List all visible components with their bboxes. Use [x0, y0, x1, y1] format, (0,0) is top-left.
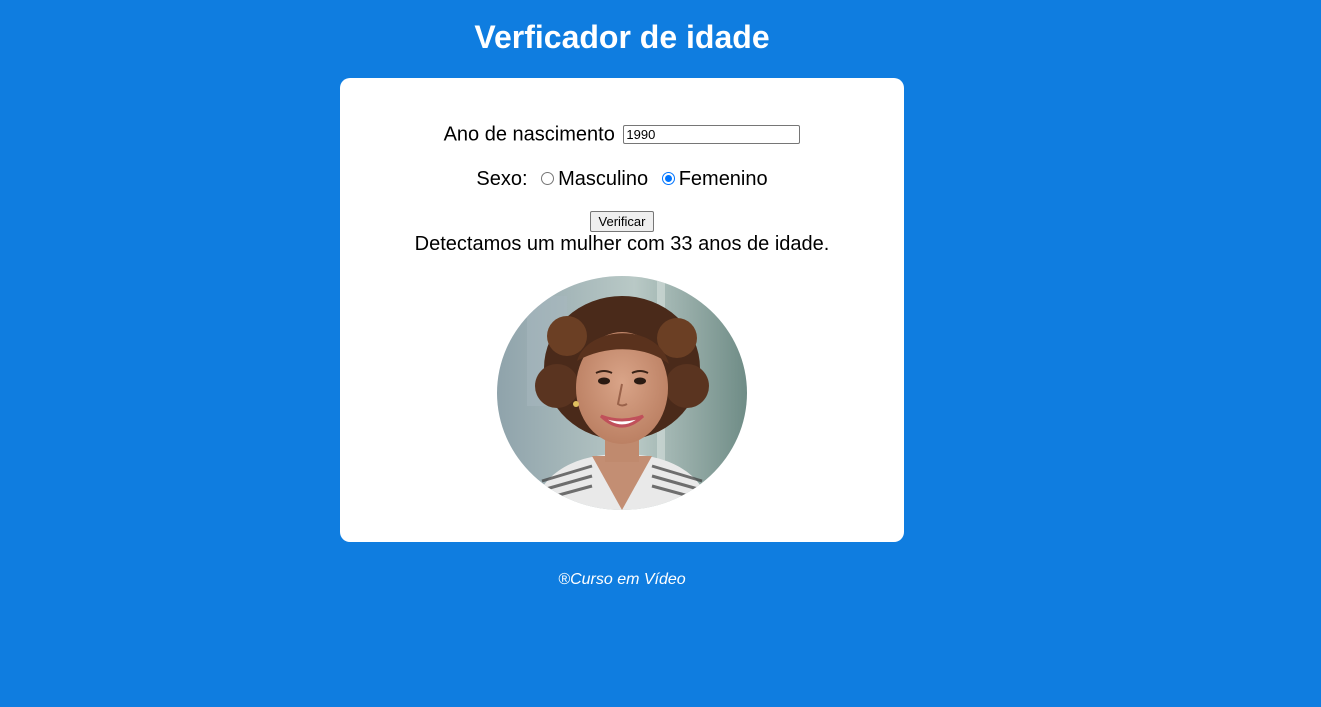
female-radio[interactable] [661, 172, 675, 186]
footer-copyright: ®Curso em Vídeo [558, 571, 686, 588]
birth-year-label: Ano de nascimento [443, 123, 615, 146]
verifier-card: Ano de nascimento Sexo: Masculino Femeni… [340, 78, 904, 542]
result-photo [497, 276, 747, 510]
sex-label: Sexo: [476, 168, 528, 190]
result-text: Detectamos um mulher com 33 anos de idad… [414, 233, 830, 255]
verify-button[interactable]: Verificar [590, 211, 654, 232]
birth-year-row: Ano de nascimento [340, 122, 904, 147]
male-radio[interactable] [541, 172, 555, 186]
page-title: Verficador de idade [474, 19, 770, 55]
woman-portrait-image [497, 276, 747, 510]
male-label[interactable]: Masculino [558, 168, 648, 190]
female-label[interactable]: Femenino [679, 168, 768, 190]
sex-row: Sexo: Masculino Femenino [340, 167, 904, 191]
birth-year-input[interactable] [623, 125, 801, 145]
